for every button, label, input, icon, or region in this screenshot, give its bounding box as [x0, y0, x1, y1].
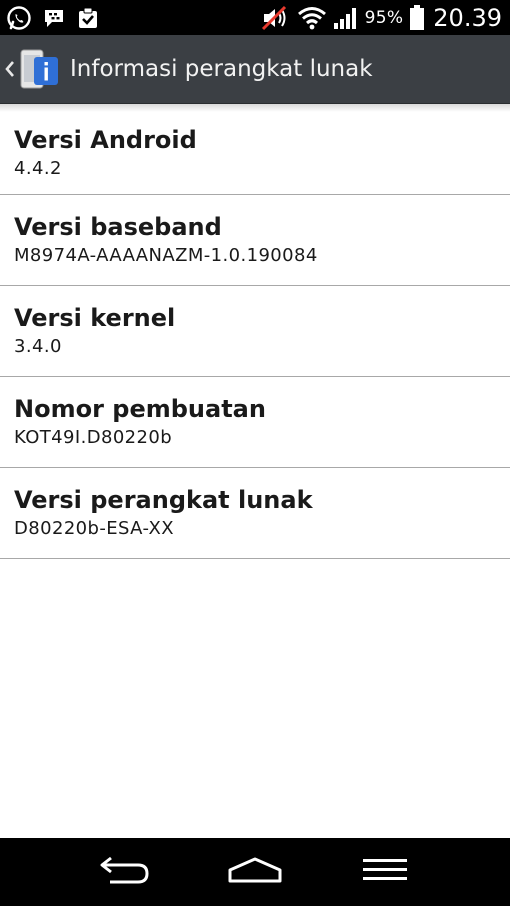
clock: 20.39 — [433, 3, 502, 32]
list-item-baseband-version[interactable]: Versi baseband M8974A-AAAANAZM-1.0.19008… — [0, 195, 510, 286]
back-button[interactable] — [85, 842, 165, 902]
list-item-kernel-version[interactable]: Versi kernel 3.4.0 — [0, 286, 510, 377]
mute-icon — [261, 5, 291, 31]
item-value: D80220b-ESA-XX — [14, 518, 174, 539]
item-title: Versi Android — [14, 126, 197, 154]
status-bar: 95% 20.39 — [0, 0, 510, 35]
item-value: KOT49I.D80220b — [14, 427, 173, 448]
bbm-icon — [42, 6, 66, 30]
item-title: Versi perangkat lunak — [14, 486, 313, 514]
system-icons: 95% 20.39 — [255, 4, 502, 32]
page-title: Informasi perangkat lunak — [70, 56, 373, 82]
list-item-software-version[interactable]: Versi perangkat lunak D80220b-ESA-XX — [0, 468, 510, 559]
item-value: 4.4.2 — [14, 158, 62, 179]
phone-info-icon — [18, 44, 62, 94]
battery-icon — [409, 4, 425, 31]
home-icon — [227, 856, 283, 888]
up-navigation-button[interactable] — [4, 44, 62, 94]
back-icon — [98, 854, 152, 890]
battery-percent: 95% — [364, 7, 404, 28]
list-item-android-version[interactable]: Versi Android 4.4.2 — [0, 112, 510, 195]
action-bar: Informasi perangkat lunak — [0, 35, 510, 104]
notification-icons — [6, 5, 110, 31]
home-button[interactable] — [215, 842, 295, 902]
chevron-left-icon — [4, 58, 16, 80]
item-value: M8974A-AAAANAZM-1.0.190084 — [14, 245, 318, 266]
navigation-bar — [0, 838, 510, 906]
item-value: 3.4.0 — [14, 336, 62, 357]
menu-button[interactable] — [345, 842, 425, 902]
wifi-icon — [297, 6, 327, 30]
list-item-build-number[interactable]: Nomor pembuatan KOT49I.D80220b — [0, 377, 510, 468]
item-title: Nomor pembuatan — [14, 395, 266, 423]
menu-icon — [361, 857, 409, 887]
item-title: Versi baseband — [14, 213, 222, 241]
software-info-list: Versi Android 4.4.2 Versi baseband M8974… — [0, 104, 510, 559]
whatsapp-icon — [6, 5, 32, 31]
task-icon — [76, 6, 100, 30]
signal-icon — [333, 6, 359, 30]
item-title: Versi kernel — [14, 304, 176, 332]
